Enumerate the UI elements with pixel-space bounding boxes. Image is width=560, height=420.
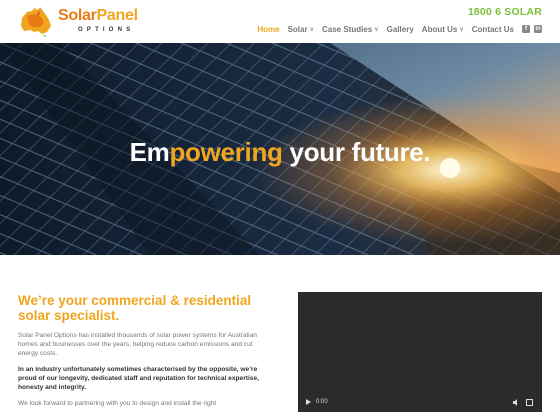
chevron-down-icon: ∨ bbox=[374, 26, 379, 33]
intro-paragraph-bold: In an industry unfortunately sometimes c… bbox=[18, 366, 259, 391]
nav-item-about-us[interactable]: About Us ∨ bbox=[422, 25, 464, 34]
nav-item-contact-us[interactable]: Contact Us bbox=[472, 25, 514, 34]
social-links: f in bbox=[522, 25, 542, 33]
video-controls: 0:00 bbox=[298, 394, 542, 412]
brand-logo[interactable]: SolarPanel OPTIONS bbox=[18, 6, 138, 38]
site-header: SolarPanel OPTIONS 1800 6 SOLAR Home Sol… bbox=[0, 0, 560, 43]
brand-name-part2: Panel bbox=[96, 7, 139, 24]
fullscreen-icon[interactable] bbox=[526, 399, 533, 406]
hero-title-accent: powering bbox=[169, 137, 283, 167]
chevron-down-icon: ∨ bbox=[309, 26, 314, 33]
brand-subtitle: OPTIONS bbox=[78, 27, 135, 33]
play-icon[interactable] bbox=[306, 399, 311, 405]
hero-banner: Empowering your future. bbox=[0, 43, 560, 255]
main-nav: Home Solar ∨ Case Studies ∨ Gallery About … bbox=[249, 23, 542, 35]
hero-title: Empowering your future. bbox=[0, 137, 560, 168]
chevron-down-icon: ∨ bbox=[459, 26, 464, 33]
hero-title-part1: Em bbox=[129, 137, 170, 167]
intro-paragraph: We look forward to partnering with you t… bbox=[18, 400, 217, 407]
phone-number-link[interactable]: 1800 6 SOLAR bbox=[468, 6, 542, 18]
nav-item-case-studies[interactable]: Case Studies ∨ bbox=[322, 25, 379, 34]
nav-label: Contact Us bbox=[471, 24, 514, 34]
linkedin-icon[interactable]: in bbox=[534, 25, 542, 33]
nav-item-gallery[interactable]: Gallery bbox=[387, 25, 414, 34]
nav-item-home[interactable]: Home bbox=[257, 25, 279, 34]
nav-item-solar[interactable]: Solar ∨ bbox=[288, 25, 314, 34]
intro-heading: We’re your commercial & residential sola… bbox=[18, 293, 252, 323]
australia-map-icon bbox=[21, 7, 51, 37]
brand-name: SolarPanel bbox=[58, 8, 138, 24]
video-time: 0:00 bbox=[316, 399, 328, 405]
intro-paragraph: Solar Panel Options has installed thousa… bbox=[18, 332, 257, 357]
nav-label: Gallery bbox=[386, 24, 414, 34]
intro-section: We’re your commercial & residential sola… bbox=[18, 293, 268, 415]
nav-label: Home bbox=[257, 24, 280, 34]
volume-icon[interactable] bbox=[513, 399, 520, 406]
nav-label: Case Studies bbox=[322, 24, 373, 34]
brand-name-part1: Solar bbox=[58, 7, 97, 24]
nav-label: About Us bbox=[421, 24, 458, 34]
hero-title-part2: your future. bbox=[282, 137, 431, 167]
video-player[interactable]: 0:00 bbox=[298, 292, 542, 412]
nav-label: Solar bbox=[287, 24, 308, 34]
facebook-icon[interactable]: f bbox=[522, 25, 530, 33]
